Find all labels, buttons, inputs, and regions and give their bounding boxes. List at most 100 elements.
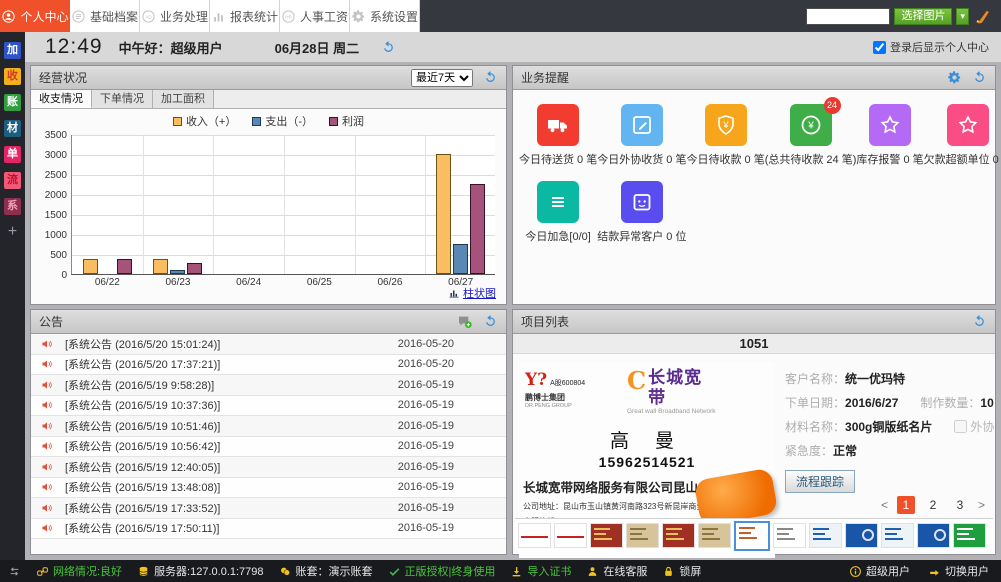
status-tab-1[interactable]: 收支情况 — [31, 90, 92, 108]
svg-text:AD: AD — [145, 14, 152, 19]
statusbar-left-item-2[interactable]: 网络情况:良好 — [36, 563, 122, 579]
speaker-icon — [41, 420, 53, 432]
announcement-row-3[interactable]: [系统公告 (2016/5/19 9:58:28)]2016-05-19 — [31, 375, 506, 396]
bar-chart-icon — [448, 287, 460, 299]
chart-area: 050010001500200025003000350006/2206/2306… — [71, 135, 506, 275]
announcement-row-9[interactable]: [系统公告 (2016/5/19 17:33:52)]2016-05-19 — [31, 498, 506, 519]
business-status-title: 经营状况 — [39, 69, 87, 86]
nav-tab-2[interactable]: 基础档案 — [70, 0, 140, 32]
sidebar-shortcut-1[interactable]: 加 — [4, 42, 21, 59]
thumbnail-4[interactable] — [626, 523, 659, 548]
statusbar-left-item-6[interactable]: 导入证书 — [510, 563, 571, 579]
reminder-item-2[interactable]: 今日外协收货 0 笔 — [597, 104, 686, 167]
thumbnail-3[interactable] — [590, 523, 623, 548]
image-path-input[interactable] — [806, 8, 890, 25]
thumbnail-graphic — [777, 538, 795, 540]
thumbnail-9[interactable] — [809, 523, 842, 548]
user-circle-icon — [1, 9, 16, 24]
sidebar-shortcut-3[interactable]: 账 — [4, 94, 21, 111]
statusbar-label: 导入证书 — [527, 563, 571, 579]
choose-image-dropdown-caret[interactable]: ▾ — [956, 8, 969, 25]
pagination-page-1[interactable]: 1 — [897, 496, 915, 514]
thumbnail-12[interactable] — [917, 523, 950, 548]
nav-tab-3[interactable]: AD业务处理 — [140, 0, 210, 32]
thumbnail-10[interactable] — [845, 523, 878, 548]
announcement-row-8[interactable]: [系统公告 (2016/5/19 13:48:08)]2016-05-19 — [31, 478, 506, 499]
nav-tab-5[interactable]: HR人事工资 — [280, 0, 350, 32]
nav-right-tools: 选择图片 ▾ — [806, 0, 1001, 32]
reminder-item-6[interactable]: 欠款超额单位 0 个 — [924, 104, 1001, 167]
status-bar: 网络情况:良好 服务器:127.0.0.1:7798 账套：演示账套正版授权|终身使… — [0, 560, 1001, 582]
reminder-item-5[interactable]: 库存报警 0 笔 — [856, 104, 923, 167]
announcement-row-7[interactable]: [系统公告 (2016/5/19 12:40:05)]2016-05-19 — [31, 457, 506, 478]
refresh-icon[interactable] — [483, 314, 498, 329]
thumbnail-8[interactable] — [773, 523, 806, 548]
refresh-icon[interactable] — [972, 70, 987, 85]
bar-chart-link[interactable]: 柱状图 — [448, 285, 496, 301]
pagination-next[interactable]: > — [978, 498, 985, 512]
bar-收入（+） — [224, 272, 239, 274]
show-personal-center-option[interactable]: 登录后显示个人中心 — [873, 39, 989, 55]
thumbnail-graphic — [594, 533, 606, 535]
card-phone: 15962514521 — [519, 454, 775, 470]
date-range-select[interactable]: 最近7天 — [411, 69, 473, 87]
sidebar-shortcut-2[interactable]: 收 — [4, 68, 21, 85]
pagination-prev[interactable]: < — [881, 498, 888, 512]
add-announcement-icon[interactable] — [457, 314, 473, 330]
thumbnail-7[interactable] — [734, 521, 770, 551]
sidebar-shortcut-5[interactable]: 单 — [4, 146, 21, 163]
sidebar-shortcut-6[interactable]: 流 — [4, 172, 21, 189]
thumbnail-5[interactable] — [662, 523, 695, 548]
pagination-page-2[interactable]: 2 — [924, 496, 942, 514]
announcement-body: [系统公告 (2016/5/20 15:01:24)]2016-05-20[系统… — [31, 334, 506, 554]
statusbar-left-item-7[interactable]: 在线客服 — [586, 563, 647, 579]
reminder-item-4[interactable]: ¥24(总共待收款 24 笔) — [765, 104, 857, 167]
nav-tab-1[interactable]: 个人中心 — [0, 0, 70, 32]
statusbar-label: 服务器:127.0.0.1:7798 — [154, 563, 263, 579]
outsourcing-checkbox[interactable] — [954, 420, 967, 433]
material-label: 材料名称： — [785, 418, 845, 435]
thumbnail-1[interactable] — [518, 523, 551, 548]
sidebar-shortcut-7[interactable]: 系 — [4, 198, 21, 215]
reminder-item-3[interactable]: ¥今日待收款 0 笔 — [686, 104, 764, 167]
sidebar-shortcut-8[interactable]: + — [4, 224, 21, 241]
statusbar-left-item-1[interactable] — [8, 563, 21, 579]
announcement-row-5[interactable]: [系统公告 (2016/5/19 10:51:46)]2016-05-19 — [31, 416, 506, 437]
announcement-row-2[interactable]: [系统公告 (2016/5/20 17:37:21)]2016-05-20 — [31, 355, 506, 376]
announcement-row-10[interactable]: [系统公告 (2016/5/19 17:50:11)]2016-05-19 — [31, 519, 506, 540]
statusbar-left-item-8[interactable]: 锁屏 — [662, 563, 701, 579]
sidebar-shortcut-4[interactable]: 材 — [4, 120, 21, 137]
reminder-item-7[interactable]: 今日加急[0/0] — [519, 181, 597, 244]
thumbnail-11[interactable] — [881, 523, 914, 548]
nav-tab-6[interactable]: 系统设置 — [350, 0, 420, 32]
brush-icon[interactable] — [973, 7, 991, 25]
legend-swatch — [252, 117, 261, 126]
announcement-row-1[interactable]: [系统公告 (2016/5/20 15:01:24)]2016-05-20 — [31, 334, 506, 355]
statusbar-left-item-3[interactable]: 服务器:127.0.0.1:7798 — [137, 563, 263, 579]
refresh-icon[interactable] — [483, 70, 498, 85]
pagination-page-3[interactable]: 3 — [951, 496, 969, 514]
reminder-item-1[interactable]: 今日待送货 0 笔 — [519, 104, 597, 167]
gear-icon[interactable] — [947, 70, 962, 85]
refresh-icon[interactable] — [972, 314, 987, 329]
choose-image-button[interactable]: 选择图片 — [894, 8, 952, 25]
process-track-button[interactable]: 流程跟踪 — [785, 470, 855, 493]
status-tab-3[interactable]: 加工面积 — [153, 90, 214, 108]
thumbnail-2[interactable] — [554, 523, 587, 548]
status-tab-2[interactable]: 下单情况 — [92, 90, 153, 108]
announcement-text: [系统公告 (2016/5/19 10:56:42)] — [65, 438, 220, 454]
show-personal-center-checkbox[interactable] — [873, 41, 886, 54]
nav-tab-4[interactable]: 报表统计 — [210, 0, 280, 32]
statusbar-left-item-4[interactable]: 账套：演示账套 — [279, 563, 373, 579]
thumbnail-6[interactable] — [698, 523, 731, 548]
statusbar-right-item-1[interactable]: 超级用户 — [849, 563, 910, 579]
announcement-row-6[interactable]: [系统公告 (2016/5/19 10:56:42)]2016-05-19 — [31, 437, 506, 458]
announcement-row-4[interactable]: [系统公告 (2016/5/19 10:37:36)]2016-05-19 — [31, 396, 506, 417]
thumbnail-graphic — [666, 528, 682, 530]
statusbar-left-item-5[interactable]: 正版授权|终身使用 — [388, 563, 496, 579]
reminder-item-8[interactable]: 结款异常客户 0 位 — [597, 181, 686, 244]
menu-icon — [537, 181, 579, 223]
thumbnail-13[interactable] — [953, 523, 986, 548]
statusbar-right-item-2[interactable]: 切换用户 — [928, 563, 989, 579]
refresh-icon[interactable] — [381, 40, 396, 55]
